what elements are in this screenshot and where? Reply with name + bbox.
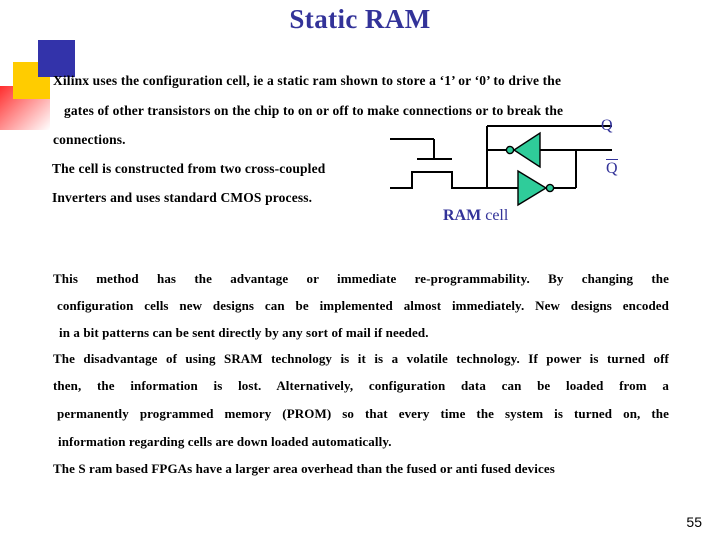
para1-line-3: in a bit patterns can be sent directly b… [59,325,429,340]
ram-cell-caption-rest: cell [481,207,509,224]
decorative-blue-square [38,40,75,77]
ram-cell-caption-bold: RAM [443,207,482,224]
inverter-top [505,131,541,169]
inverter-bottom-bubble [545,183,555,193]
inverter-bottom [517,169,555,207]
inverter-top-bubble [505,145,515,155]
inverter-top-triangle [512,131,541,169]
para2-line-4: information regarding cells are down loa… [58,434,392,449]
transistor-channel [390,171,487,189]
para1-line-2: configuration cells new designs can be i… [57,298,669,313]
signal-label-q-bar: Q [606,159,618,178]
intro-line-5: Inverters and uses standard CMOS process… [52,190,313,205]
para2-line-2: then, the information is lost. Alternati… [53,378,669,393]
para3-line-1: The S ram based FPGAs have a larger area… [53,461,555,476]
intro-line-4: The cell is constructed from two cross-c… [52,161,326,176]
para2-line-1: The disadvantage of using SRAM technolog… [53,351,669,366]
slide-title: Static RAM [289,4,431,34]
inverter-bottom-triangle [517,169,548,207]
page-number: 55 [686,514,702,530]
para2-line-3: permanently programmed memory (PROM) so … [57,406,669,421]
ram-cell-caption: RAM cell [443,207,508,225]
intro-line-1: Xilinx uses the configuration cell, ie a… [53,73,562,88]
para1-line-1: This method has the advantage or immedia… [53,271,669,286]
signal-label-q: Q [601,117,613,134]
slide-canvas: Static RAM Xilinx uses the configuration… [0,0,720,540]
q-bar-text: Q [606,159,618,177]
intro-line-3: connections. [53,132,126,147]
